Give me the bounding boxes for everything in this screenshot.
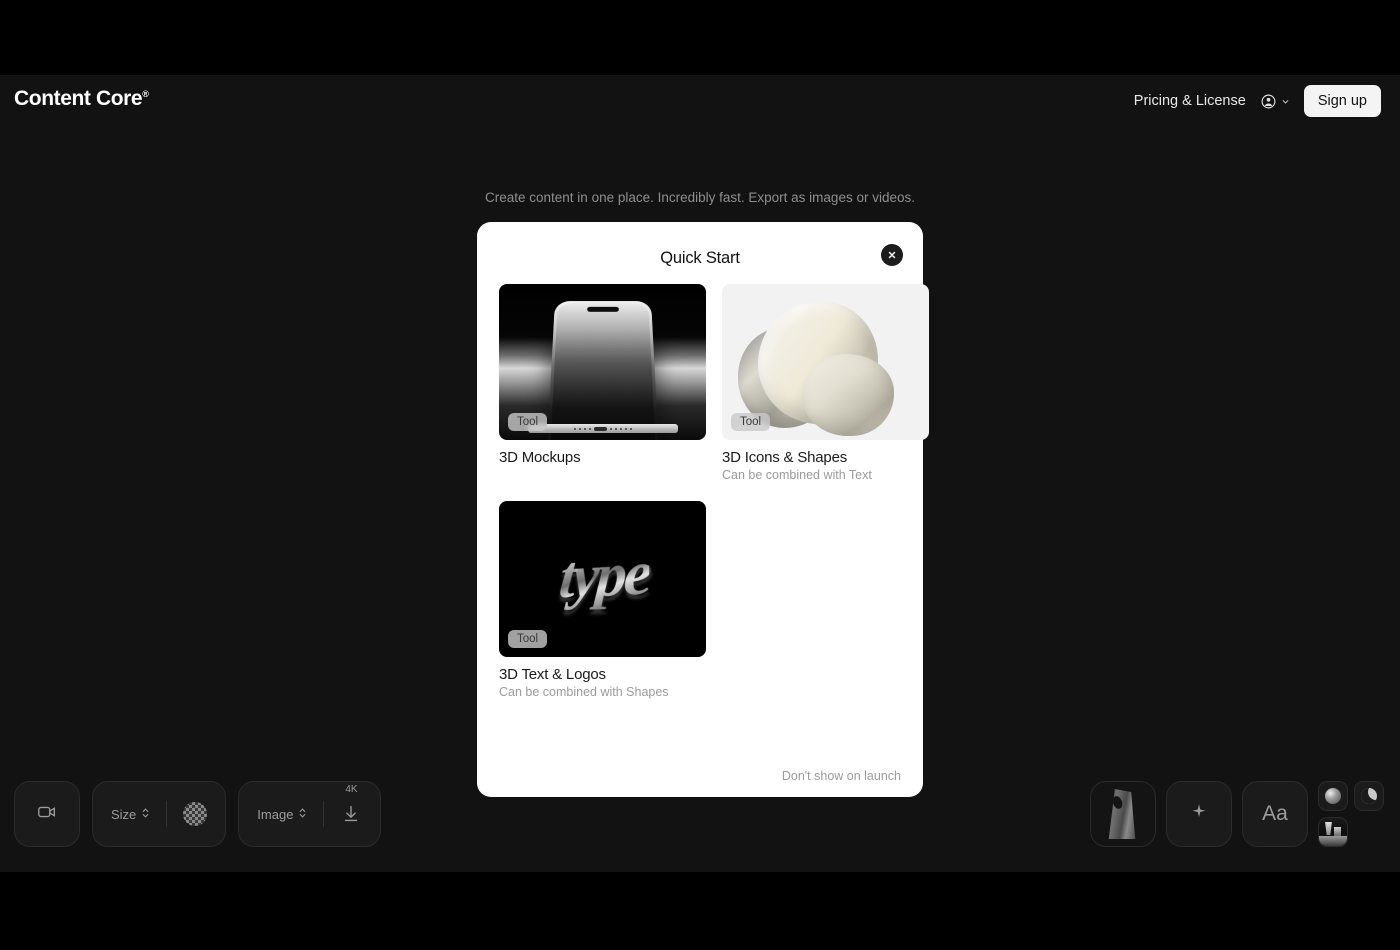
size-dropdown[interactable]: Size xyxy=(111,807,150,822)
card-thumbnail: type type Tool xyxy=(499,501,706,657)
effects-button[interactable] xyxy=(1166,781,1232,847)
tagline: Create content in one place. Incredibly … xyxy=(485,190,915,205)
size-label: Size xyxy=(111,806,137,822)
pricing-license-link[interactable]: Pricing & License xyxy=(1134,93,1246,109)
moon-lighting-icon[interactable] xyxy=(1354,781,1384,811)
divider xyxy=(166,801,168,827)
app-canvas: Content Core® Pricing & License Sign up … xyxy=(0,75,1400,872)
divider xyxy=(323,801,325,827)
chevron-updown-icon xyxy=(141,807,150,822)
logo-registered-mark: ® xyxy=(142,89,149,99)
image-label: Image xyxy=(257,806,294,822)
bottom-right-toolbar: Aa xyxy=(1090,781,1384,847)
quick-start-card-grid: Tool 3D Mockups Tool 3D Icons & Shapes C… xyxy=(499,284,929,699)
appearance-row xyxy=(1318,781,1384,811)
chevron-down-icon xyxy=(1281,97,1290,106)
image-format-dropdown[interactable]: Image xyxy=(257,807,307,822)
text-tool-button[interactable]: Aa xyxy=(1242,781,1308,847)
tool-badge: Tool xyxy=(731,413,771,431)
card-3d-mockups[interactable]: Tool 3D Mockups xyxy=(499,284,706,482)
user-circle-icon xyxy=(1260,93,1277,110)
top-bar-actions: Pricing & License Sign up xyxy=(1134,85,1381,117)
sparkle-icon xyxy=(1189,802,1209,827)
card-title: 3D Text & Logos xyxy=(499,666,606,683)
tool-badge: Tool xyxy=(508,413,548,431)
3d-object-thumbnail[interactable] xyxy=(1090,781,1156,847)
checker-pattern-icon[interactable] xyxy=(183,802,208,826)
phone-bottom-edge xyxy=(527,424,678,433)
export-controls: Image 4K xyxy=(238,781,382,847)
top-bar: Content Core® Pricing & License Sign up xyxy=(0,75,1400,127)
card-thumbnail: Tool xyxy=(722,284,929,440)
card-3d-icons-shapes[interactable]: Tool 3D Icons & Shapes Can be combined w… xyxy=(722,284,929,482)
card-subtitle: Can be combined with Shapes xyxy=(499,685,669,699)
account-menu[interactable] xyxy=(1260,93,1290,110)
3d-object-icon xyxy=(1108,789,1136,839)
video-mode-button[interactable] xyxy=(14,781,80,847)
card-subtitle: Can be combined with Text xyxy=(722,468,872,482)
app-screen: Content Core® Pricing & License Sign up … xyxy=(0,0,1400,950)
download-icon[interactable] xyxy=(340,803,362,825)
text-tool-label: Aa xyxy=(1262,802,1288,825)
scene-row xyxy=(1318,817,1384,847)
chevron-updown-icon xyxy=(298,807,307,822)
quick-start-modal: Quick Start Tool 3D Mockups Tool 3D Icon… xyxy=(477,222,929,797)
app-logo[interactable]: Content Core® xyxy=(14,87,149,111)
close-icon[interactable] xyxy=(881,244,903,266)
appearance-controls xyxy=(1318,781,1384,847)
modal-header: Quick Start xyxy=(499,240,903,276)
dont-show-on-launch-link[interactable]: Don't show on launch xyxy=(782,769,901,783)
sphere-material-icon[interactable] xyxy=(1318,781,1348,811)
modal-title: Quick Start xyxy=(660,248,740,267)
video-camera-icon xyxy=(36,801,58,828)
card-3d-text-logos[interactable]: type type Tool 3D Text & Logos Can be co… xyxy=(499,501,706,699)
logo-text: Content Core xyxy=(14,87,143,110)
bottom-left-toolbar: Size Image 4K xyxy=(14,781,382,847)
resolution-badge: 4K xyxy=(345,784,358,795)
export-button-wrap: 4K xyxy=(340,784,362,825)
card-title: 3D Icons & Shapes xyxy=(722,449,848,466)
phone-mockup-icon xyxy=(545,301,660,440)
signup-button[interactable]: Sign up xyxy=(1303,85,1381,117)
size-controls: Size xyxy=(92,781,227,847)
card-title: 3D Mockups xyxy=(499,449,581,466)
tool-badge: Tool xyxy=(508,630,548,648)
card-thumbnail: Tool xyxy=(499,284,706,440)
type-word: type xyxy=(555,540,650,611)
scene-thumbnail-icon[interactable] xyxy=(1318,817,1348,847)
